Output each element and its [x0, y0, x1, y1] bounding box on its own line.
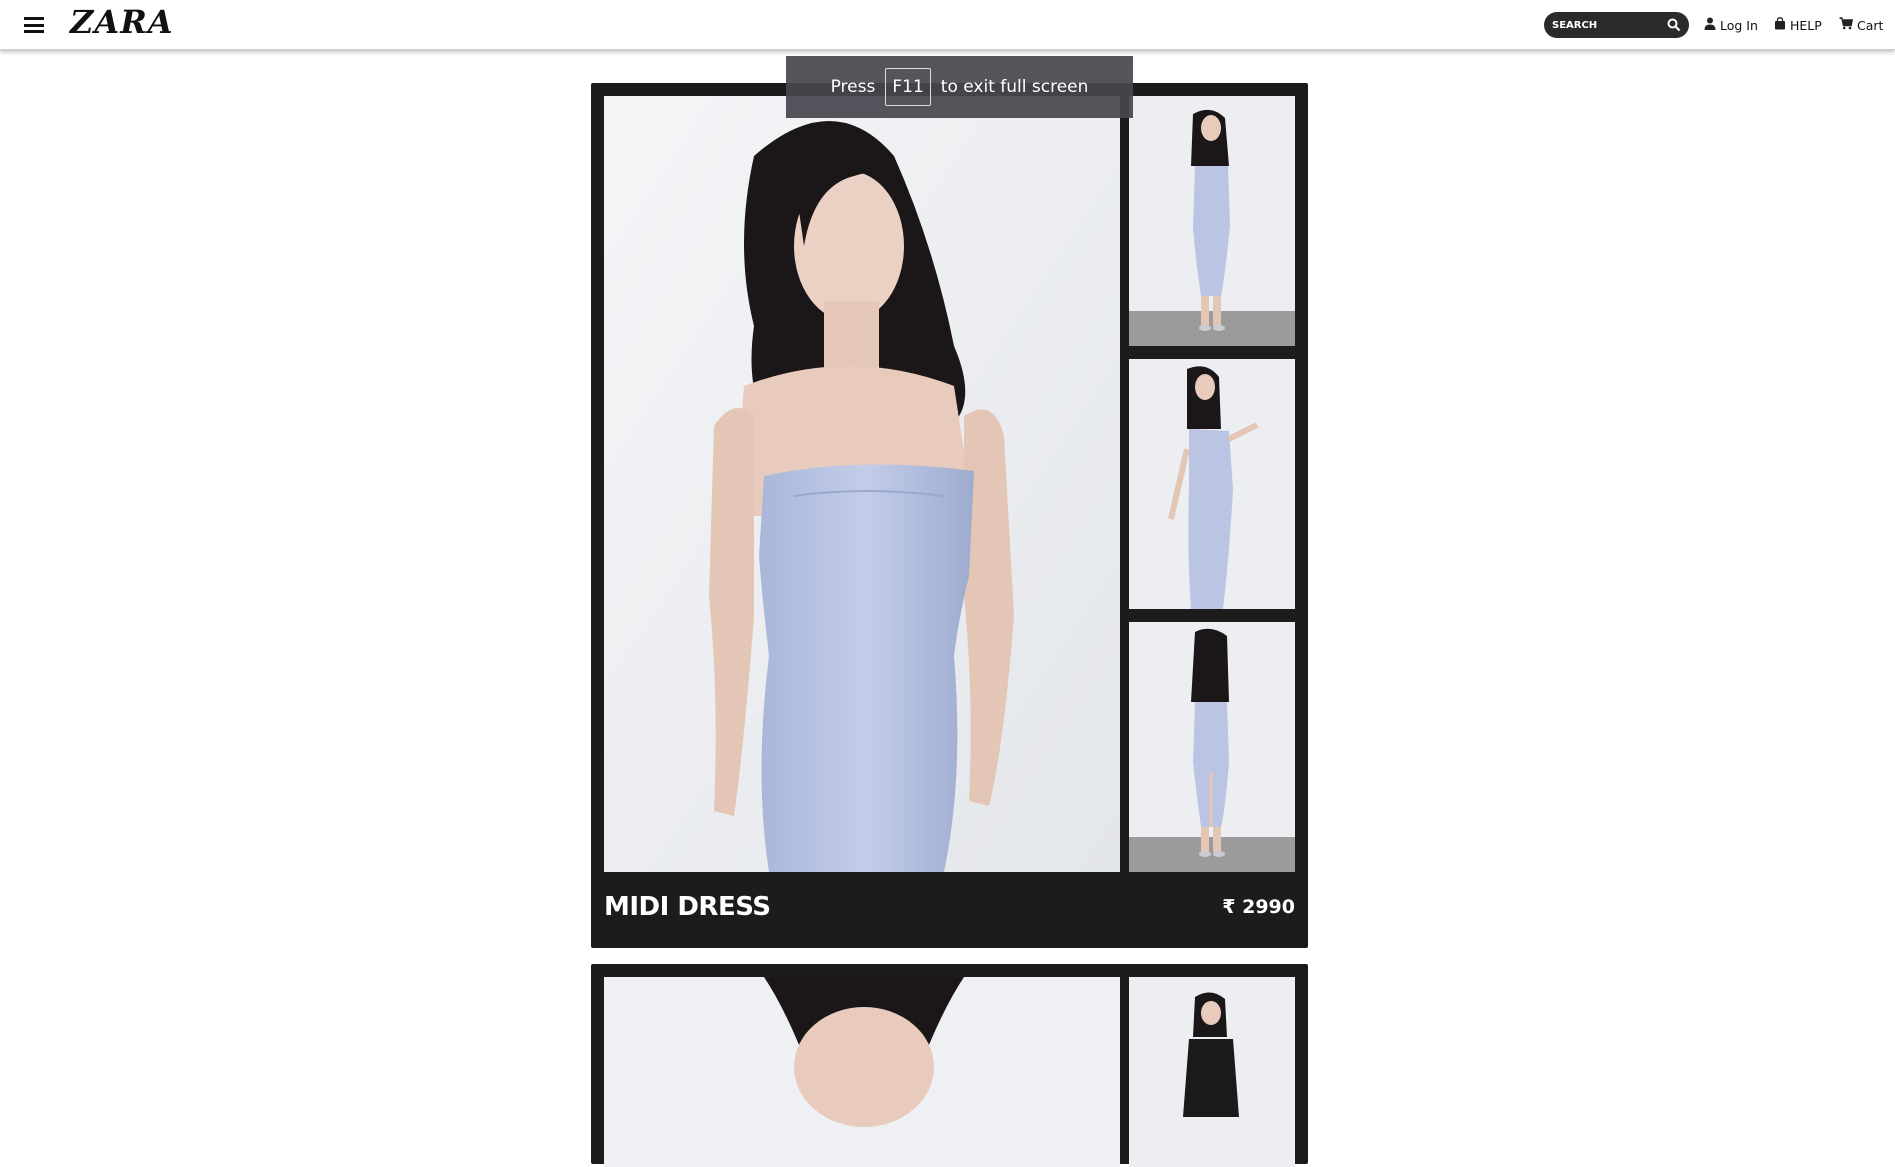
product-card[interactable]: MIDI DRESS ₹ 2990	[591, 83, 1308, 948]
cart-label: Cart	[1857, 17, 1884, 33]
notice-rest-text: to exit full screen	[940, 77, 1089, 97]
top-navigation-bar: ZARA Log In HELP Cart	[0, 0, 1895, 50]
product-thumbnail-front[interactable]	[1129, 96, 1295, 346]
product-main-image[interactable]	[604, 96, 1120, 872]
product-info-bar: MIDI DRESS ₹ 2990	[604, 872, 1295, 948]
fullscreen-exit-notice: Press F11 to exit full screen	[786, 56, 1133, 118]
shopping-bag-icon	[1774, 17, 1786, 33]
product-thumbnail[interactable]	[1129, 977, 1295, 1167]
product-thumbnail-side[interactable]	[1129, 359, 1295, 609]
user-icon	[1704, 17, 1716, 33]
login-link[interactable]: Log In	[1704, 16, 1758, 34]
login-label: Log In	[1720, 17, 1758, 33]
search-icon[interactable]	[1667, 17, 1681, 36]
menu-icon[interactable]	[24, 17, 44, 33]
search-box[interactable]	[1544, 12, 1689, 38]
product-price: ₹ 2990	[1222, 896, 1295, 918]
zara-logo[interactable]: ZARA	[70, 3, 174, 41]
cart-icon	[1839, 17, 1854, 33]
help-label: HELP	[1790, 17, 1822, 33]
product-thumbnail-back[interactable]	[1129, 622, 1295, 872]
help-link[interactable]: HELP	[1774, 16, 1822, 34]
product-main-image[interactable]	[604, 977, 1120, 1167]
cart-link[interactable]: Cart	[1839, 16, 1883, 34]
search-input[interactable]	[1552, 16, 1662, 34]
product-title[interactable]: MIDI DRESS	[604, 892, 771, 922]
product-card[interactable]	[591, 964, 1308, 1167]
notice-press-text: Press	[830, 77, 876, 97]
notice-key-badge: F11	[885, 68, 931, 106]
